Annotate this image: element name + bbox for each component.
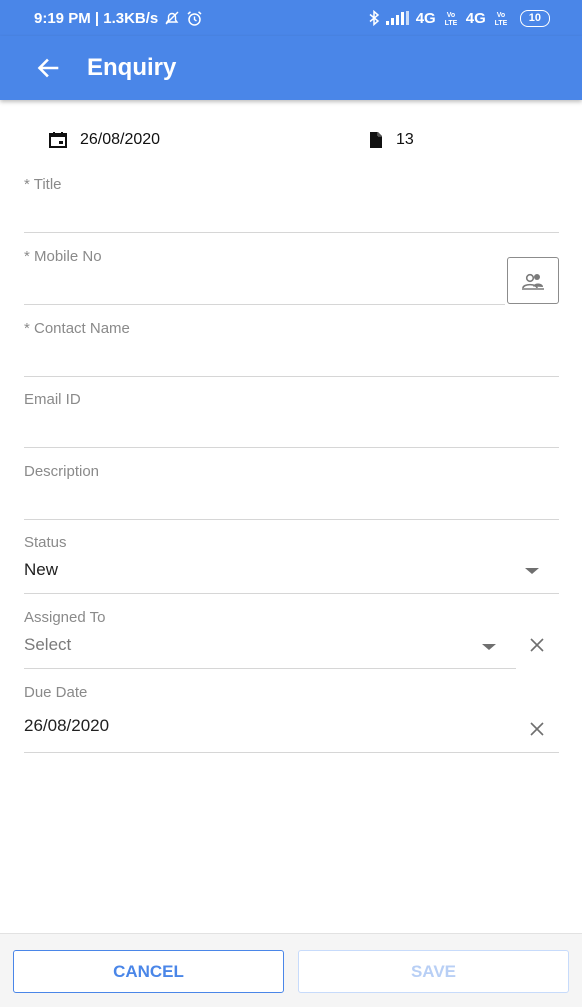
- status-bar-right: 4G Vo LTE 4G Vo LTE 10: [368, 9, 550, 27]
- contact-name-label: * Contact Name: [24, 320, 130, 337]
- page-title: Enquiry: [87, 54, 177, 81]
- due-date-input[interactable]: 26/08/2020: [24, 716, 109, 736]
- battery-icon: 10: [519, 9, 550, 27]
- mobile-label: * Mobile No: [24, 248, 102, 265]
- status-bar: 9:19 PM | 1.3KB/s 4G Vo LTE 4G Vo LTE 10: [0, 0, 582, 36]
- app-bar: Enquiry: [0, 36, 582, 100]
- status-label: Status: [24, 534, 67, 551]
- close-icon: [530, 638, 544, 652]
- due-date-label: Due Date: [24, 684, 88, 701]
- signal-icon: [385, 11, 410, 25]
- meta-count: 13: [368, 131, 414, 149]
- volte-icon-2: Vo LTE: [492, 10, 510, 26]
- svg-text:Vo: Vo: [447, 12, 455, 19]
- enquiry-number: 13: [396, 131, 414, 148]
- network-type-2: 4G: [465, 9, 486, 27]
- alarm-icon: [186, 10, 203, 27]
- svg-text:Vo: Vo: [497, 12, 505, 19]
- contact-name-field[interactable]: * Contact Name: [24, 314, 559, 377]
- status-dropdown-icon[interactable]: [525, 568, 539, 574]
- status-time-speed: 9:19 PM | 1.3KB/s: [34, 9, 159, 27]
- assigned-to-label: Assigned To: [24, 609, 106, 626]
- status-bar-left: 9:19 PM | 1.3KB/s: [34, 10, 203, 27]
- assigned-to-select[interactable]: Select: [24, 635, 71, 655]
- back-button[interactable]: [20, 40, 76, 96]
- title-label: * Title: [24, 176, 62, 193]
- description-field[interactable]: Description: [24, 456, 559, 520]
- svg-text:LTE: LTE: [494, 20, 507, 26]
- volte-icon: Vo LTE: [442, 10, 460, 26]
- mobile-field[interactable]: * Mobile No: [24, 242, 505, 305]
- calendar-icon: [49, 132, 67, 148]
- status-field[interactable]: Status New: [24, 528, 559, 594]
- description-label: Description: [24, 463, 100, 480]
- notification-off-icon: [164, 10, 180, 26]
- due-date-field[interactable]: Due Date 26/08/2020: [24, 678, 559, 753]
- battery-level: 10: [528, 12, 541, 24]
- assigned-to-field[interactable]: Assigned To Select: [24, 603, 516, 669]
- enquiry-date: 26/08/2020: [80, 131, 161, 148]
- cancel-button[interactable]: CANCEL: [13, 950, 284, 993]
- clear-due-date-button[interactable]: [525, 717, 549, 741]
- email-label: Email ID: [24, 391, 81, 408]
- save-button[interactable]: SAVE: [298, 950, 569, 993]
- bottom-action-bar: CANCEL SAVE: [0, 933, 582, 1007]
- assigned-to-dropdown-icon[interactable]: [482, 644, 496, 650]
- pick-contact-button[interactable]: [507, 257, 559, 304]
- back-arrow-icon: [37, 58, 59, 78]
- svg-text:LTE: LTE: [444, 20, 457, 26]
- title-field[interactable]: * Title: [24, 170, 559, 233]
- clear-assigned-button[interactable]: [525, 633, 549, 657]
- meta-date: 26/08/2020: [48, 130, 368, 150]
- meta-row: 26/08/2020 13: [48, 126, 548, 154]
- email-field[interactable]: Email ID: [24, 385, 559, 448]
- document-icon: [370, 132, 382, 148]
- close-icon: [530, 722, 544, 736]
- bluetooth-icon: [368, 10, 380, 26]
- status-select[interactable]: New: [24, 560, 58, 580]
- contacts-icon: [522, 273, 544, 290]
- network-type-1: 4G: [415, 9, 436, 27]
